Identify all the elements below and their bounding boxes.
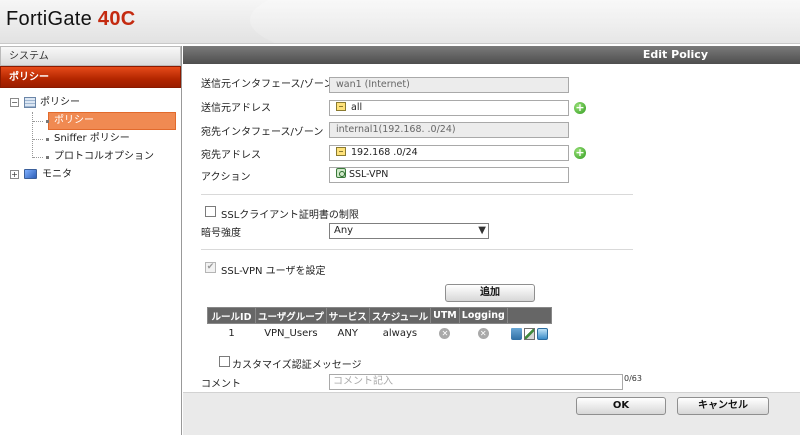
section-divider bbox=[201, 249, 633, 250]
sidebar-section-policy[interactable]: ポリシー bbox=[0, 66, 181, 88]
action-label: アクション bbox=[201, 172, 251, 183]
cancel-button[interactable]: キャンセル bbox=[677, 397, 769, 415]
rules-table: ルールID ユーザグループ サービス スケジュール UTM Logging 1 … bbox=[207, 307, 552, 344]
brand-name: FortiGate bbox=[6, 8, 93, 30]
tree-label: モニタ bbox=[42, 169, 72, 180]
collapse-icon[interactable]: − bbox=[10, 98, 19, 107]
cipher-value: Any bbox=[334, 225, 354, 236]
table-header-row: ルールID ユーザグループ サービス スケジュール UTM Logging bbox=[207, 307, 552, 324]
tree-label: ポリシー bbox=[40, 97, 80, 108]
cell-actions bbox=[507, 324, 551, 344]
ssl-vpn-icon bbox=[336, 168, 346, 178]
col-actions bbox=[506, 307, 552, 324]
col-user-group[interactable]: ユーザグループ bbox=[255, 307, 327, 324]
brand-logo: FortiGate 40C bbox=[6, 8, 136, 31]
edit-policy-panel: Edit Policy 送信元インタフェース/ゾーン wan1 (Interne… bbox=[183, 46, 800, 435]
tree-connector bbox=[33, 157, 43, 158]
cell-utm: ✕ bbox=[431, 324, 460, 344]
dst-address-field[interactable]: 192.168 .0/24 bbox=[329, 145, 569, 161]
action-value: SSL-VPN bbox=[349, 169, 389, 180]
src-address-field[interactable]: all bbox=[329, 100, 569, 116]
panel-title: Edit Policy bbox=[183, 46, 800, 64]
custom-auth-label: カスタマイズ認証メッセージ bbox=[232, 360, 362, 371]
tree-label: ポリシー bbox=[54, 115, 94, 126]
header-decoration bbox=[250, 0, 800, 43]
disabled-x-icon: ✕ bbox=[477, 328, 489, 340]
tree-label: Sniffer ポリシー bbox=[54, 133, 130, 144]
app-header: FortiGate 40C bbox=[0, 0, 800, 44]
add-rule-button[interactable]: 追加 bbox=[445, 284, 535, 302]
src-interface-field[interactable]: wan1 (Internet) bbox=[329, 77, 569, 93]
address-icon bbox=[336, 147, 346, 156]
col-utm[interactable]: UTM bbox=[430, 307, 460, 324]
ssl-vpn-users-label: SSL-VPN ユーザを設定 bbox=[221, 266, 326, 277]
src-address-value: all bbox=[351, 102, 363, 113]
ok-button[interactable]: OK bbox=[576, 397, 666, 415]
cell-user-group: VPN_Users bbox=[264, 328, 318, 340]
cell-schedule: always bbox=[382, 328, 418, 340]
expand-icon[interactable]: + bbox=[10, 170, 19, 179]
ssl-client-cert-checkbox[interactable] bbox=[205, 206, 216, 217]
action-field[interactable]: SSL-VPN bbox=[329, 167, 569, 183]
dst-interface-label: 宛先インタフェース/ゾーン bbox=[201, 127, 324, 138]
cipher-select[interactable]: Any ▼ bbox=[329, 223, 489, 239]
dst-address-value: 192.168 .0/24 bbox=[351, 147, 418, 158]
disabled-x-icon: ✕ bbox=[439, 328, 451, 340]
nav-tree: − ポリシー ポリシー Sniffer ポリシー プロトコルオプション + モニ… bbox=[0, 88, 181, 184]
bullet-icon bbox=[46, 120, 49, 123]
insert-icon[interactable] bbox=[536, 327, 548, 340]
src-interface-label: 送信元インタフェース/ゾーン bbox=[201, 79, 334, 90]
sidebar: システム ポリシー − ポリシー ポリシー Sniffer ポリシー プロトコル… bbox=[0, 46, 182, 435]
cell-service: ANY bbox=[337, 328, 358, 340]
brand-model: 40C bbox=[97, 8, 136, 30]
comment-input[interactable]: コメント記入 bbox=[329, 374, 623, 390]
footer-bar: OK キャンセル bbox=[183, 392, 800, 435]
sidebar-section-system[interactable]: システム bbox=[0, 46, 181, 66]
edit-icon[interactable] bbox=[523, 327, 535, 340]
ssl-vpn-users-checkbox[interactable]: ✔ bbox=[205, 262, 216, 273]
tree-item-monitor[interactable]: + モニタ bbox=[0, 166, 181, 184]
section-divider bbox=[201, 194, 633, 195]
col-schedule[interactable]: スケジュール bbox=[368, 307, 432, 324]
tree-item-protocol-options[interactable]: プロトコルオプション bbox=[0, 148, 181, 166]
tree-item-policy-root[interactable]: − ポリシー bbox=[0, 94, 181, 112]
dst-address-label: 宛先アドレス bbox=[201, 150, 261, 161]
dst-interface-field[interactable]: internal1(192.168. .0/24) bbox=[329, 122, 569, 138]
monitor-icon bbox=[24, 169, 37, 179]
src-address-label: 送信元アドレス bbox=[201, 103, 271, 114]
delete-icon[interactable] bbox=[510, 327, 522, 340]
add-src-address-icon[interactable]: + bbox=[574, 102, 586, 114]
add-dst-address-icon[interactable]: + bbox=[574, 147, 586, 159]
cipher-label: 暗号強度 bbox=[201, 228, 241, 239]
ssl-client-cert-label: SSLクライアント証明書の制限 bbox=[221, 210, 359, 221]
col-logging[interactable]: Logging bbox=[458, 307, 508, 324]
bullet-icon bbox=[46, 138, 49, 141]
address-icon bbox=[336, 102, 346, 111]
chevron-down-icon: ▼ bbox=[478, 225, 486, 236]
tree-item-policy[interactable]: ポリシー bbox=[0, 112, 181, 130]
folder-icon bbox=[24, 97, 36, 108]
tree-label: プロトコルオプション bbox=[54, 151, 154, 162]
tree-connector bbox=[33, 139, 43, 140]
table-row[interactable]: 1 VPN_Users ANY always ✕ ✕ bbox=[208, 324, 552, 344]
cell-logging: ✕ bbox=[459, 324, 507, 344]
col-service[interactable]: サービス bbox=[325, 307, 370, 324]
bullet-icon bbox=[46, 156, 49, 159]
col-rule-id[interactable]: ルールID bbox=[207, 307, 256, 324]
cell-rule-id: 1 bbox=[228, 328, 235, 340]
custom-auth-checkbox[interactable] bbox=[219, 356, 230, 367]
tree-item-sniffer-policy[interactable]: Sniffer ポリシー bbox=[0, 130, 181, 148]
comment-char-counter: 0/63 bbox=[624, 374, 642, 383]
comment-label: コメント bbox=[201, 379, 241, 390]
tree-connector bbox=[33, 121, 43, 122]
